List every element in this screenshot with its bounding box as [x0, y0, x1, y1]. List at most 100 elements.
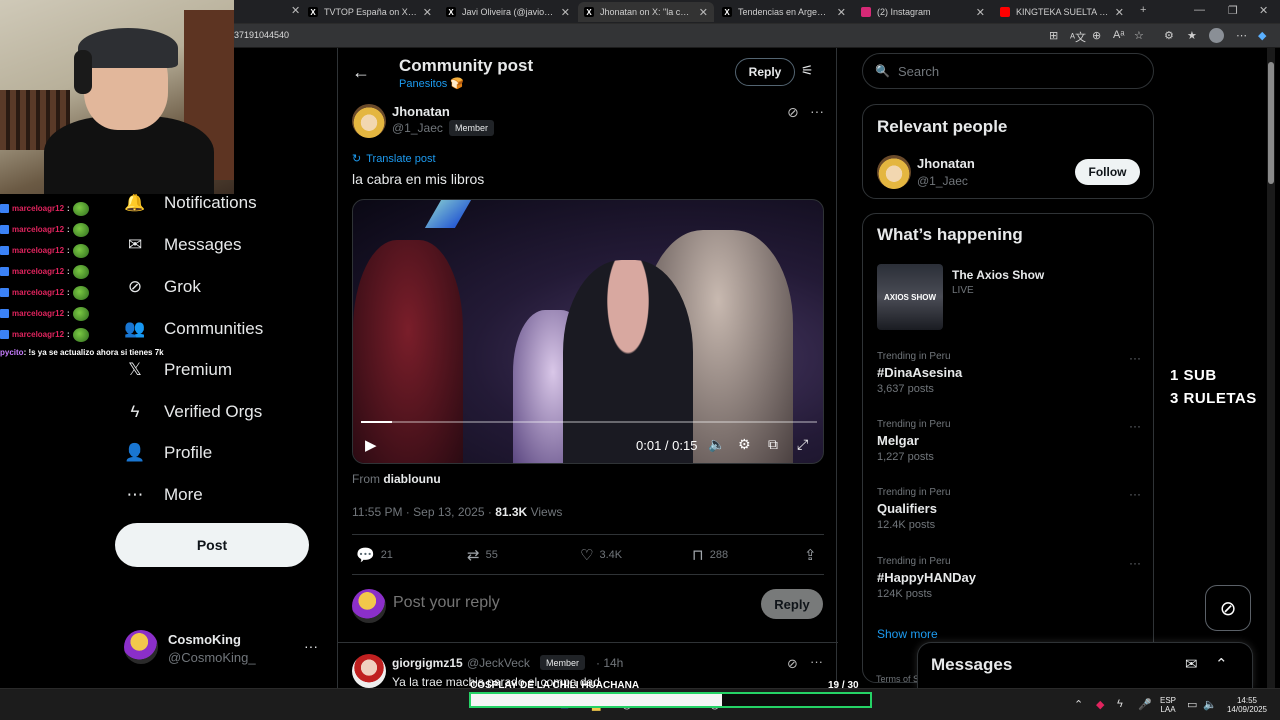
community-link[interactable]: Panesitos 🍞 [399, 77, 464, 90]
zoom-icon[interactable]: ⊕ [1092, 29, 1101, 42]
browser-tab[interactable]: X Javi Oliveira (@javioliveira) ✕ [440, 2, 576, 22]
fullscreen-icon[interactable]: ⤢ [797, 436, 808, 453]
trend-more-icon[interactable]: ··· [1129, 419, 1141, 433]
my-avatar[interactable] [352, 589, 386, 623]
trend-item[interactable]: Trending in Peru Qualifiers 12.4K posts ··· [877, 487, 1141, 539]
volume-tray-icon[interactable]: 🔈 [1203, 698, 1217, 711]
search-box[interactable]: 🔍 [862, 53, 1154, 89]
tab-close-icon[interactable]: ✕ [837, 6, 846, 19]
comment-time[interactable]: · 14h [596, 656, 623, 670]
clock[interactable]: 14:55 14/09/2025 [1222, 696, 1272, 714]
trend-item[interactable]: Trending in Peru #DinaAsesina 3,637 posts ·… [877, 351, 1141, 403]
browser-tab[interactable]: X Jhonatan on X: "la cabra e ✕ [578, 2, 714, 22]
author-name[interactable]: Jhonatan [392, 104, 450, 119]
new-message-icon[interactable]: ✉ [1185, 655, 1198, 673]
tab-close-icon[interactable]: ✕ [1115, 6, 1124, 19]
browser-profile-avatar[interactable] [1209, 28, 1224, 43]
tray-app-icon[interactable]: ◆ [1096, 698, 1104, 711]
tab-close-icon[interactable]: ✕ [561, 6, 570, 19]
reply-header-button[interactable]: Reply [735, 58, 795, 86]
comment-avatar[interactable] [352, 654, 386, 688]
browser-menu-icon[interactable]: ⋯ [1236, 29, 1247, 42]
comment-handle[interactable]: @JeckVeck [467, 656, 530, 670]
sidebar-item-profile[interactable]: 👤 Profile [124, 438, 212, 468]
translate-page-icon[interactable]: ᴬ文 [1070, 29, 1086, 45]
video-progress-bar[interactable] [361, 421, 817, 423]
reply-action[interactable]: 💬 21 [356, 546, 393, 564]
reply-input[interactable] [393, 594, 600, 612]
minimize-button[interactable]: — [1194, 4, 1205, 16]
sidebar-item-communities[interactable]: 👥 Communities [124, 314, 263, 344]
browser-tab[interactable]: X Tendencias en Argentina o ✕ [716, 2, 852, 22]
author-avatar[interactable] [352, 104, 386, 138]
follow-button[interactable]: Follow [1075, 159, 1140, 185]
sidebar-item-verified-orgs[interactable]: ϟ Verified Orgs [124, 397, 263, 427]
author-handle[interactable]: @1_Jaec [392, 121, 443, 135]
expand-up-icon[interactable]: ⌃ [1215, 655, 1228, 673]
relevant-person-name[interactable]: Jhonatan [917, 156, 975, 171]
post-more-icon[interactable]: ··· [810, 103, 824, 119]
comment-more-icon[interactable]: ··· [810, 654, 823, 669]
trend-more-icon[interactable]: ··· [1129, 487, 1141, 501]
collections-icon[interactable]: ★ [1187, 29, 1197, 42]
tab-close-icon[interactable]: ✕ [423, 6, 432, 19]
trend-more-icon[interactable]: ··· [1129, 556, 1141, 570]
language-indicator[interactable]: ESP LAA [1160, 696, 1176, 714]
trend-more-icon[interactable]: ··· [1129, 351, 1141, 365]
share-action[interactable]: ⇪ [804, 546, 817, 564]
sidebar-item-more[interactable]: ⋯ More [124, 480, 203, 510]
volume-icon[interactable]: 🔈 [708, 436, 725, 453]
grok-explain-icon[interactable]: ⊘ [787, 104, 799, 121]
search-input[interactable] [897, 63, 1138, 79]
post-button[interactable]: Post [115, 523, 309, 567]
reply-submit-button[interactable]: Reply [761, 589, 823, 619]
repost-action[interactable]: ⇄ 55 [467, 546, 498, 564]
post-timestamp[interactable]: 11:55 PM · Sep 13, 2025 · [352, 505, 495, 519]
tab-close-icon[interactable]: ✕ [976, 6, 985, 19]
grok-float-button[interactable]: ⊘ [1205, 585, 1251, 631]
restore-button[interactable]: ❐ [1228, 4, 1238, 17]
favorite-star-icon[interactable]: ☆ [1134, 29, 1144, 42]
account-more-icon[interactable]: ··· [304, 638, 318, 654]
tab-close-icon[interactable]: ✕ [291, 4, 300, 17]
like-action[interactable]: ♡ 3.4K [580, 546, 622, 564]
new-tab-button[interactable]: + [1140, 4, 1146, 16]
translate-post-link[interactable]: ↻ Translate post [352, 152, 436, 166]
terms-link[interactable]: Terms of S [876, 674, 919, 684]
from-user[interactable]: diablounu [383, 472, 440, 486]
browser-tab[interactable]: KINGTEKA SUELTA FULL ✕ [994, 2, 1130, 22]
copilot-icon[interactable]: ◆ [1258, 29, 1266, 42]
sliders-icon[interactable]: ⚟ [801, 62, 814, 79]
trend-item[interactable]: Trending in Peru Melgar 1,227 posts ··· [877, 419, 1141, 471]
extensions-icon[interactable]: ⚙ [1164, 29, 1174, 42]
back-arrow-icon[interactable]: ← [352, 62, 370, 83]
microphone-icon[interactable]: 🎤 [1138, 698, 1152, 711]
app-icon[interactable]: ⊞ [1049, 29, 1058, 42]
sidebar-item-premium[interactable]: 𝕏 Premium [124, 355, 232, 385]
relevant-person-avatar[interactable] [877, 155, 911, 189]
url-text[interactable]: 37191044540 [234, 30, 289, 40]
live-title[interactable]: The Axios Show [952, 268, 1044, 282]
show-more-link[interactable]: Show more [877, 627, 938, 641]
tray-expand-icon[interactable]: ⌃ [1074, 698, 1083, 711]
play-icon[interactable]: ▶ [365, 436, 377, 454]
tab-close-icon[interactable]: ✕ [699, 6, 708, 19]
read-aloud-icon[interactable]: Aᵃ [1113, 29, 1124, 41]
comment-author[interactable]: giorgigmz15 [392, 656, 463, 670]
live-thumbnail[interactable]: AXIOS SHOW [877, 264, 943, 330]
picture-in-picture-icon[interactable]: ⧉ [768, 436, 778, 453]
browser-tab[interactable]: X TVTOP España on X: "¡Emis ✕ [302, 2, 438, 22]
video-player[interactable]: ▶ 0:01 / 0:15 🔈 ⚙ ⧉ ⤢ [352, 199, 824, 464]
bookmark-action[interactable]: ⊓ 288 [692, 546, 728, 564]
settings-gear-icon[interactable]: ⚙ [738, 436, 751, 453]
sidebar-item-messages[interactable]: ✉ Messages [124, 230, 242, 260]
sidebar-item-grok[interactable]: ⊘ Grok [124, 272, 201, 302]
account-switcher[interactable]: CosmoKing @CosmoKing_ ··· [124, 628, 324, 672]
network-icon[interactable]: ▭ [1187, 698, 1197, 711]
trend-item[interactable]: Trending in Peru #HappyHANDay 124K posts ··… [877, 556, 1141, 608]
comment-grok-icon[interactable]: ⊘ [787, 656, 798, 672]
scrollbar-thumb[interactable] [1268, 62, 1274, 184]
tray-app-icon[interactable]: ϟ [1117, 698, 1123, 710]
browser-tab[interactable]: (2) Instagram ✕ [855, 2, 991, 22]
messages-dock[interactable]: Messages ✉ ⌃ [917, 642, 1253, 688]
